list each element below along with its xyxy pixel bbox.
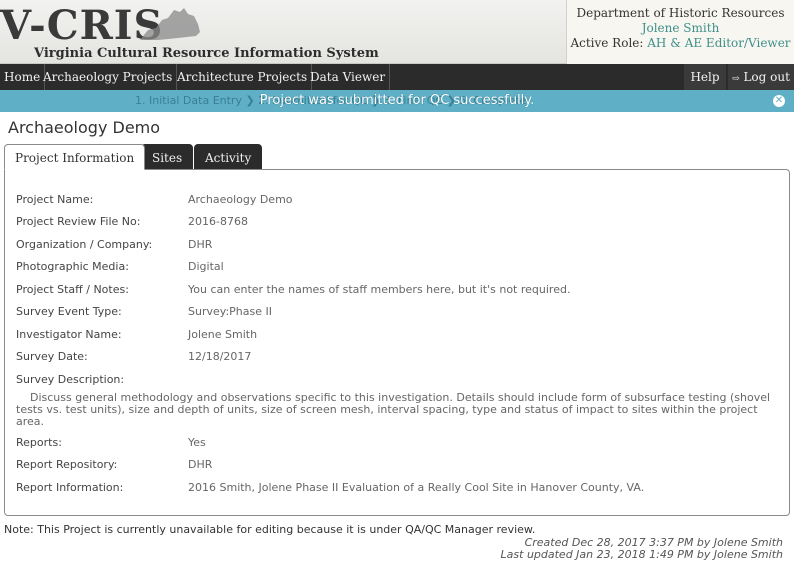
tab-activity[interactable]: Activity — [194, 144, 263, 170]
logout-button[interactable]: ⇨ Log out — [728, 64, 794, 90]
field-label: Photographic Media: — [16, 260, 129, 273]
main-nav: Home Archaeology Projects Architecture P… — [0, 64, 794, 90]
field-value: Jolene Smith — [188, 328, 258, 341]
alert-message: Project was submitted for QC successfull… — [259, 93, 535, 108]
tab-sites[interactable]: Sites — [141, 144, 194, 170]
field-label: Project Name: — [16, 193, 94, 206]
vcris-logo[interactable]: V-CRIS Virginia Cultural Resource Inform… — [0, 2, 379, 62]
editing-unavailable-note: Note: This Project is currently unavaila… — [4, 523, 536, 536]
field-value: You can enter the names of staff members… — [188, 283, 571, 296]
survey-description-text: Discuss general methodology and observat… — [16, 391, 771, 428]
field-label: Organization / Company: — [16, 238, 153, 251]
field-value: 12/18/2017 — [188, 350, 252, 363]
field-value: 2016 Smith, Jolene Phase II Evaluation o… — [188, 481, 645, 494]
field-label: Survey Date: — [16, 350, 88, 363]
active-role-link[interactable]: AH & AE Editor/Viewer — [647, 36, 790, 50]
user-info-box: Department of Historic Resources Jolene … — [566, 0, 794, 64]
field-label: Survey Description: — [16, 373, 125, 386]
active-role: Active Role: AH & AE Editor/Viewer — [567, 36, 794, 51]
field-label: Survey Event Type: — [16, 305, 122, 318]
field-value: Digital — [188, 260, 224, 273]
close-icon[interactable]: ✕ — [773, 95, 785, 107]
field-value: DHR — [188, 458, 213, 471]
field-label: Investigator Name: — [16, 328, 122, 341]
virginia-map-icon — [140, 8, 200, 40]
nav-item-archaeology-projects[interactable]: Archaeology Projects — [39, 64, 178, 90]
user-name-link[interactable]: Jolene Smith — [567, 21, 794, 36]
updated-info: Last updated Jan 23, 2018 1:49 PM by Jol… — [500, 548, 783, 561]
active-role-label: Active Role: — [570, 36, 644, 50]
tab-project-information[interactable]: Project Information — [4, 144, 146, 170]
field-label: Report Information: — [16, 481, 124, 494]
logo-subtitle: Virginia Cultural Resource Information S… — [34, 46, 379, 61]
logout-icon: ⇨ — [732, 74, 740, 84]
help-button[interactable]: Help — [684, 64, 726, 90]
page-title: Archaeology Demo — [8, 118, 161, 137]
success-alert: 1. Initial Data Entry ❯ 2. Submitted for… — [0, 90, 794, 112]
field-value: DHR — [188, 238, 213, 251]
app-header: V-CRIS Virginia Cultural Resource Inform… — [0, 0, 794, 64]
field-label: Project Staff / Notes: — [16, 283, 129, 296]
project-info-panel: Project Name: Archaeology Demo Project R… — [4, 169, 790, 516]
field-label: Reports: — [16, 436, 62, 449]
field-label: Report Repository: — [16, 458, 118, 471]
nav-item-architecture-projects[interactable]: Architecture Projects — [173, 64, 313, 90]
field-label: Project Review File No: — [16, 215, 141, 228]
field-value: 2016-8768 — [188, 215, 248, 228]
logout-label: Log out — [743, 70, 790, 84]
nav-item-data-viewer[interactable]: Data Viewer — [306, 64, 391, 90]
field-value: Archaeology Demo — [188, 193, 293, 206]
field-value: Survey:Phase II — [188, 305, 272, 318]
department-name: Department of Historic Resources — [576, 6, 785, 20]
field-value: Yes — [188, 436, 206, 449]
